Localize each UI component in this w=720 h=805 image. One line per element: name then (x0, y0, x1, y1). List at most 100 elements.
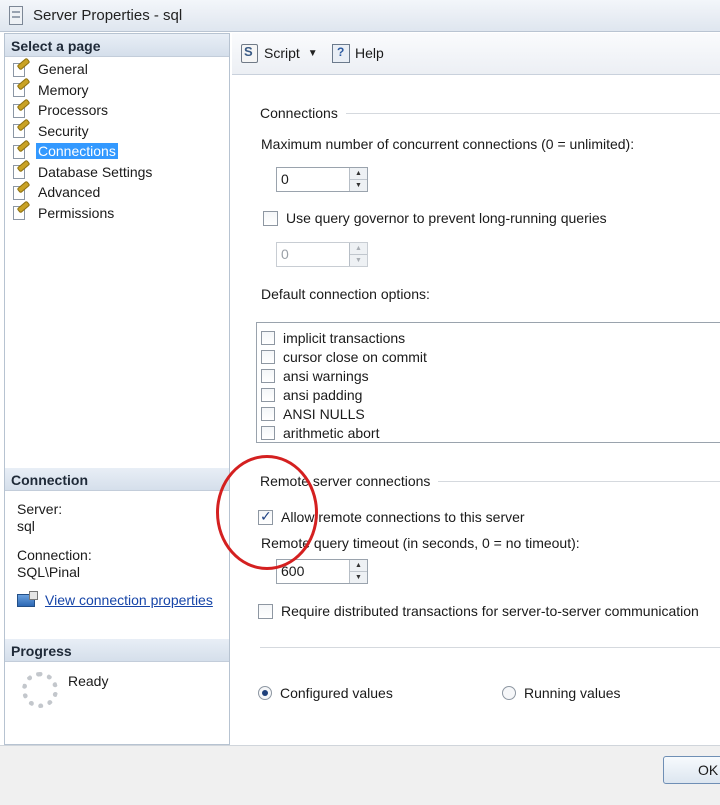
help-button[interactable]: Help (331, 43, 384, 63)
default-options-label: Default connection options: (261, 286, 430, 302)
values-divider (260, 647, 720, 648)
server-value: sql (17, 518, 35, 534)
select-page-header: Select a page (5, 34, 229, 57)
page-wrench-icon (11, 98, 31, 119)
max-connections-spinner[interactable]: 0 ▲ ▼ (276, 167, 368, 192)
require-distributed-label: Require distributed transactions for ser… (281, 603, 699, 619)
page-item-label: Security (38, 122, 89, 139)
server-info: Server: sql (17, 501, 62, 535)
connection-label: Connection: (17, 547, 92, 563)
list-item[interactable]: implicit transactions (257, 328, 720, 347)
view-connection-properties-link[interactable]: View connection properties (45, 592, 213, 608)
option-checkbox[interactable] (261, 349, 275, 364)
max-connections-label: Maximum number of concurrent connections… (261, 136, 635, 152)
option-checkbox[interactable] (261, 406, 275, 421)
option-label: ansi warnings (283, 367, 369, 384)
server-label: Server: (17, 501, 63, 517)
page-item-permissions[interactable]: Permissions (11, 200, 154, 224)
view-connection-properties-row[interactable]: View connection properties (17, 591, 213, 608)
list-item[interactable]: arithmetic abort (257, 423, 720, 442)
page-item-label: Advanced (38, 184, 101, 201)
list-item[interactable]: ansi warnings (257, 366, 720, 385)
max-connections-value: 0 (281, 171, 289, 187)
list-item[interactable]: ansi padding (257, 385, 720, 404)
left-pane: Select a page General Memory Processors … (4, 33, 230, 745)
spinner-buttons: ▲ ▼ (349, 243, 367, 266)
spin-up-icon[interactable]: ▲ (350, 168, 367, 179)
window-title: Server Properties - sql (33, 7, 183, 24)
page-item-label: Connections (36, 143, 118, 160)
page-wrench-icon (11, 77, 31, 98)
page-wrench-icon (11, 159, 31, 180)
configured-values-radio-row[interactable]: Configured values (258, 685, 393, 701)
configured-values-label: Configured values (280, 685, 393, 701)
query-governor-checkbox[interactable] (263, 210, 278, 226)
script-button[interactable]: Script ▼ (240, 43, 318, 63)
list-item[interactable]: cursor close on commit (257, 347, 720, 366)
page-item-memory[interactable]: Memory (11, 77, 154, 101)
option-checkbox[interactable] (261, 368, 275, 383)
help-icon (331, 43, 351, 63)
page-item-label: Processors (38, 102, 109, 119)
running-values-label: Running values (524, 685, 621, 701)
connections-group-label: Connections (260, 105, 346, 121)
option-label: implicit transactions (283, 329, 406, 346)
connection-properties-icon (17, 591, 39, 608)
query-governor-checkbox-row[interactable]: Use query governor to prevent long-runni… (263, 210, 607, 226)
option-label: ANSI NULLS (283, 405, 365, 422)
bottom-bar (0, 745, 720, 805)
page-wrench-icon (11, 180, 31, 201)
query-governor-spinner: 0 ▲ ▼ (276, 242, 368, 267)
connection-info: Connection: SQL\Pinal (17, 547, 92, 581)
query-governor-label: Use query governor to prevent long-runni… (286, 210, 607, 226)
dropdown-arrow-icon[interactable]: ▼ (308, 48, 318, 59)
spin-up-icon: ▲ (355, 245, 362, 252)
option-checkbox[interactable] (261, 330, 275, 345)
spin-down-icon[interactable]: ▼ (350, 571, 367, 582)
spinner-buttons[interactable]: ▲ ▼ (349, 560, 367, 583)
server-properties-icon (9, 6, 23, 25)
option-checkbox[interactable] (261, 425, 275, 440)
progress-spinner-icon (22, 672, 58, 708)
script-icon (240, 43, 260, 63)
option-label: arithmetic abort (283, 424, 380, 441)
page-wrench-icon (11, 57, 31, 78)
query-governor-value: 0 (281, 246, 289, 262)
spinner-buttons[interactable]: ▲ ▼ (349, 168, 367, 191)
page-item-database-settings[interactable]: Database Settings (11, 159, 154, 183)
page-item-label: Permissions (38, 204, 115, 221)
title-bar: Server Properties - sql (0, 0, 720, 32)
script-label: Script (264, 45, 300, 61)
page-list: General Memory Processors Security Conne… (11, 57, 154, 224)
option-checkbox[interactable] (261, 387, 275, 402)
right-pane: Script ▼ Help Connections Maximum number… (232, 33, 720, 745)
ok-button[interactable]: OK (663, 756, 720, 784)
page-wrench-icon (11, 200, 31, 221)
configured-values-radio[interactable] (258, 686, 272, 700)
page-item-advanced[interactable]: Advanced (11, 180, 154, 203)
running-values-radio[interactable] (502, 686, 516, 700)
page-wrench-icon (11, 118, 31, 139)
connection-value: SQL\Pinal (17, 564, 81, 580)
page-item-label: General (38, 61, 88, 78)
option-label: ansi padding (283, 386, 363, 403)
running-values-radio-row[interactable]: Running values (502, 685, 621, 701)
help-label: Help (355, 45, 384, 61)
page-wrench-icon (11, 139, 31, 160)
page-item-label: Database Settings (38, 163, 153, 180)
default-options-listbox[interactable]: implicit transactions cursor close on co… (256, 322, 720, 443)
toolbar: Script ▼ Help (232, 33, 720, 75)
page-item-connections[interactable]: Connections (11, 139, 154, 162)
progress-header: Progress (5, 639, 229, 662)
page-item-security[interactable]: Security (11, 118, 154, 142)
require-distributed-checkbox-row[interactable]: Require distributed transactions for ser… (258, 603, 699, 619)
spin-up-icon[interactable]: ▲ (350, 560, 367, 571)
require-distributed-checkbox[interactable] (258, 603, 273, 619)
list-item[interactable]: ANSI NULLS (257, 404, 720, 423)
spin-down-icon[interactable]: ▼ (350, 179, 367, 190)
page-item-general[interactable]: General (11, 57, 154, 80)
annotation-circle (216, 455, 318, 570)
page-item-processors[interactable]: Processors (11, 98, 154, 121)
page-item-label: Memory (38, 81, 89, 98)
option-label: cursor close on commit (283, 348, 427, 365)
